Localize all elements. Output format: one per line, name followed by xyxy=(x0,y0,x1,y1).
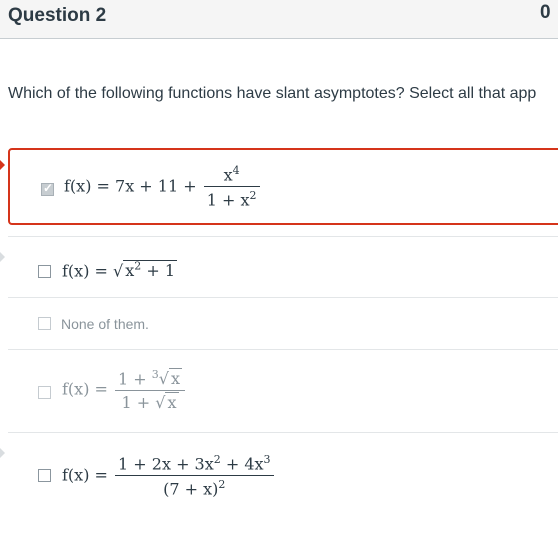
answer-4-formula: f(x) = 1 + 3√ x 1 + √ x xyxy=(62,368,187,413)
answer-4-numerator-radicand: x xyxy=(168,368,183,389)
answer-1-checkbox[interactable]: ✓ xyxy=(41,181,54,196)
question-title: Question 2 xyxy=(8,5,107,26)
answer-2-formula: f(x) = √ x2 + 1 xyxy=(62,260,178,281)
answer-5-formula: f(x) = 1 + 2x + 3x2 + 4x3 (7 + x)2 xyxy=(62,453,276,499)
answer-5-numerator: 1 + 2x + 3x xyxy=(118,454,214,474)
answer-4-checkbox[interactable] xyxy=(38,386,51,399)
answer-5-checkbox[interactable] xyxy=(38,469,51,482)
answer-1-fraction: x4 1 + x2 xyxy=(203,164,260,210)
answer-option-5[interactable]: f(x) = 1 + 2x + 3x2 + 4x3 (7 + x)2 xyxy=(0,440,558,520)
answer-2-checkbox[interactable] xyxy=(38,265,51,278)
question-prompt: Which of the following functions have sl… xyxy=(8,85,537,102)
question-header: Question 2 0 xyxy=(0,0,558,39)
question-points: 0 xyxy=(540,2,551,23)
answer-divider xyxy=(8,349,558,350)
answer-1-lhs: f(x) = 7x + 11 + xyxy=(64,176,197,196)
answer-2-sqrt: √ x2 + 1 xyxy=(113,260,178,281)
answer-5-denominator: (7 + x) xyxy=(163,479,219,499)
answer-4-lhs: f(x) = xyxy=(62,379,108,399)
answer-2-radicand: x xyxy=(125,261,135,281)
answer-1-denominator-exp: 2 xyxy=(249,189,257,203)
answer-1-numerator-exp: 4 xyxy=(232,164,240,177)
answer-5-numerator-mid: + 4x xyxy=(220,454,264,474)
answer-3-label: None of them. xyxy=(61,316,149,332)
answer-4-root-index: 3 xyxy=(151,368,159,381)
answer-option-2[interactable]: f(x) = √ x2 + 1 xyxy=(0,244,558,296)
answer-1-formula: f(x) = 7x + 11 + x4 1 + x2 xyxy=(64,164,262,210)
answer-5-lhs: f(x) = xyxy=(62,465,108,485)
answer-4-fraction: 1 + 3√ x 1 + √ x xyxy=(115,368,186,413)
answer-5-denominator-exp: 2 xyxy=(218,478,226,492)
answer-2-lhs: f(x) = xyxy=(62,261,114,281)
answer-1-numerator: x xyxy=(223,165,233,185)
answer-option-4[interactable]: f(x) = 1 + 3√ x 1 + √ x xyxy=(0,352,558,432)
answer-divider xyxy=(8,236,558,237)
answer-5-fraction: 1 + 2x + 3x2 + 4x3 (7 + x)2 xyxy=(115,453,274,499)
answer-1-denominator: 1 + x xyxy=(206,190,250,210)
answer-4-numerator: 1 + xyxy=(118,369,152,389)
answer-divider xyxy=(8,432,558,433)
answer-option-3[interactable]: None of them. xyxy=(0,298,558,348)
answer-option-1[interactable]: ✓ f(x) = 7x + 11 + x4 1 + x2 xyxy=(0,148,558,225)
answer-5-num-exp2: 3 xyxy=(263,453,271,466)
answer-5-num-exp1: 2 xyxy=(213,453,221,466)
answer-2-radicand-tail: + 1 xyxy=(141,261,176,281)
answer-3-checkbox[interactable] xyxy=(38,317,51,330)
answer-4-denominator: 1 + xyxy=(121,393,156,413)
answer-4-denominator-radicand: x xyxy=(165,392,179,413)
